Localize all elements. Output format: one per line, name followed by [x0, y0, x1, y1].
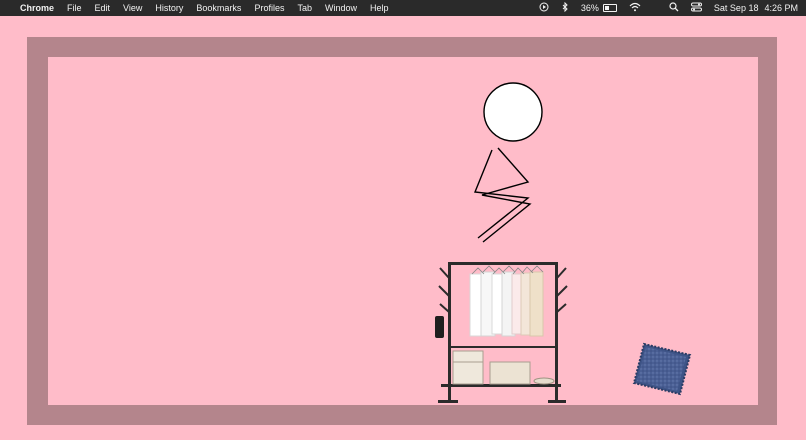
stick-figure-body	[474, 149, 530, 239]
rack-mid-shelf	[448, 346, 558, 348]
search-icon[interactable]	[669, 2, 679, 14]
menu-view[interactable]: View	[123, 3, 142, 13]
storage-box-right	[489, 361, 531, 385]
battery-icon[interactable]	[602, 4, 617, 12]
menu-bookmarks[interactable]: Bookmarks	[196, 3, 241, 13]
clock-date[interactable]: Sat Sep 18	[714, 3, 759, 13]
storage-box-left	[452, 350, 484, 385]
rack-left-hooks	[438, 267, 450, 313]
control-center-icon[interactable]	[690, 2, 702, 14]
scene-canvas	[435, 82, 692, 403]
battery-percent[interactable]: 36%	[581, 3, 599, 13]
rack-left-post	[448, 262, 451, 402]
bluetooth-icon[interactable]	[561, 1, 569, 14]
menu-file[interactable]: File	[67, 3, 82, 13]
rack-right-foot	[548, 400, 566, 403]
menu-profiles[interactable]: Profiles	[254, 3, 284, 13]
denim-swatch[interactable]	[632, 342, 692, 396]
clothes-rack[interactable]	[435, 262, 568, 403]
play-circle-icon[interactable]	[539, 2, 549, 14]
menu-edit[interactable]: Edit	[95, 3, 111, 13]
menu-bar: Chrome File Edit View History Bookmarks …	[0, 0, 806, 16]
rack-right-hooks	[556, 267, 568, 313]
menu-help[interactable]: Help	[370, 3, 389, 13]
rack-left-foot	[438, 400, 458, 403]
hanging-clothes	[469, 265, 544, 337]
hanging-bag	[435, 316, 444, 338]
shoes	[533, 377, 555, 385]
app-menu-chrome[interactable]: Chrome	[20, 3, 54, 13]
stick-figure[interactable]	[474, 82, 543, 243]
menu-tab[interactable]: Tab	[297, 3, 312, 13]
rack-top-bar	[448, 262, 558, 265]
wifi-icon[interactable]	[629, 2, 641, 14]
status-area: 36% Sat Sep 18 4:26 PM	[527, 1, 798, 14]
clock-time[interactable]: 4:26 PM	[764, 3, 798, 13]
menu-window[interactable]: Window	[325, 3, 357, 13]
menu-history[interactable]: History	[155, 3, 183, 13]
rack-right-post	[555, 262, 558, 402]
stick-figure-head	[483, 82, 543, 142]
